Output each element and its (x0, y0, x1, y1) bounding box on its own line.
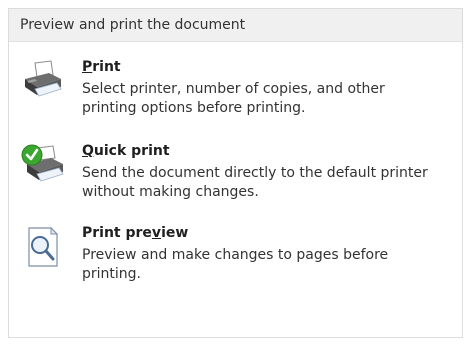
quick-print-title-post: uick print (93, 143, 170, 159)
print-option[interactable]: Print Select printer, number of copies, … (9, 55, 462, 135)
print-title-post: rint (92, 59, 121, 75)
panel-header-title: Preview and print the document (20, 17, 246, 33)
quick-print-icon (21, 144, 64, 182)
print-options-panel: Preview and print the document Print Sel… (8, 8, 463, 338)
print-option-title: Print (82, 59, 121, 75)
print-preview-icon (28, 226, 59, 267)
print-preview-option[interactable]: Print preview Preview and make changes t… (9, 221, 462, 301)
print-option-description: Select printer, number of copies, and ot… (82, 81, 385, 116)
print-title-accesskey: P (82, 59, 93, 75)
quick-print-option-description: Send the document directly to the defaul… (82, 165, 428, 200)
print-preview-option-title: Print preview (82, 225, 188, 241)
printer-icon (25, 60, 62, 97)
print-preview-option-description: Preview and make changes to pages before… (82, 247, 389, 282)
quick-print-title-accesskey: Q (82, 143, 94, 159)
panel-header: Preview and print the document (9, 9, 462, 42)
quick-print-option-title: Quick print (82, 143, 170, 159)
print-preview-title-pre: Print pre (82, 225, 152, 241)
quick-print-option[interactable]: Quick print Send the document directly t… (9, 139, 462, 219)
print-preview-title-post: iew (161, 225, 189, 241)
print-preview-title-accesskey: v (151, 225, 162, 241)
